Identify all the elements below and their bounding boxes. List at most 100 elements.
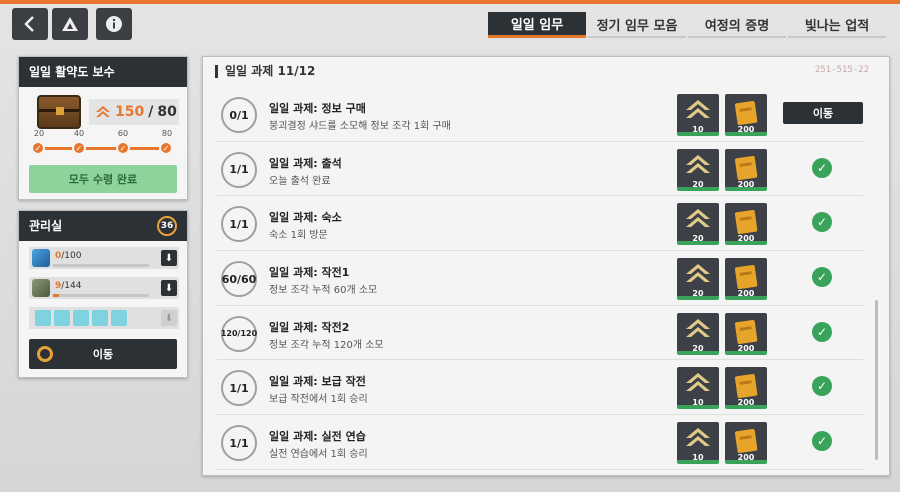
activity-points-icon <box>686 100 710 118</box>
milestone-label: 80 <box>161 129 173 138</box>
daily-activity-card: 일일 활약도 보수 150/80 20 40 60 80 ✓ ✓ ✓ ✓ 모두 … <box>18 56 188 200</box>
milestone-label: 60 <box>117 129 129 138</box>
reward-points[interactable]: 10 <box>677 422 719 465</box>
daily-task-panel: 일일 과제 11/12 251-515-22 0/1 일일 과제: 정보 구매 붕괴… <box>202 56 890 476</box>
info-button[interactable] <box>96 8 132 40</box>
reward-coins-count: 200 <box>737 343 755 353</box>
activity-milestones: 20 40 60 80 ✓ ✓ ✓ ✓ <box>29 129 179 169</box>
task-row: 1/1 일일 과제: 보급 작전 보급 작전에서 1회 승리 10 200 ✓ <box>217 360 863 416</box>
reward-points[interactable]: 20 <box>677 148 719 191</box>
milestone-check-icon[interactable]: ✓ <box>159 141 173 155</box>
activity-points-icon <box>686 373 710 392</box>
reward-coins[interactable]: 200 <box>725 258 767 301</box>
claim-all-button[interactable]: 모두 수령 완료 <box>29 165 177 193</box>
dorm-card: 관리실 36 0/100 ⬇ 9/144 ⬇ ⬇ 이동 <box>18 210 188 378</box>
gold-bar-icon <box>734 319 758 344</box>
task-progress-circle: 1/1 <box>221 425 257 462</box>
resource-crystal-max: /100 <box>61 251 82 261</box>
task-title: 일일 과제: 정보 구매 <box>269 102 366 115</box>
activity-max: 80 <box>157 104 177 120</box>
task-list-scrollbar[interactable] <box>875 300 878 460</box>
milestone-check-icon[interactable]: ✓ <box>31 141 45 155</box>
reward-points-count: 20 <box>692 179 704 189</box>
gold-bar-icon <box>734 265 758 290</box>
crate-icon <box>32 279 50 297</box>
reward-coins-count: 200 <box>737 125 755 134</box>
tab-daily-mission[interactable]: 일일 임무 <box>488 12 586 38</box>
resource-crystal-bar <box>53 264 149 267</box>
back-arrow-icon <box>24 16 34 32</box>
activity-current: 150 <box>115 104 145 120</box>
activity-card-header: 일일 활약도 보수 <box>19 57 187 87</box>
person-slot-icon[interactable] <box>92 310 108 326</box>
task-progress-circle: 1/1 <box>221 370 257 407</box>
task-panel-title: 일일 과제 11/12 <box>215 65 315 78</box>
person-slot-icon[interactable] <box>35 310 51 326</box>
collect-slots-button[interactable]: ⬇ <box>161 310 177 326</box>
reward-points-count: 10 <box>692 398 704 408</box>
drive-button[interactable] <box>52 8 88 40</box>
task-progress-circle: 1/1 <box>221 206 257 243</box>
dorm-card-header: 관리실 36 <box>19 211 187 241</box>
task-desc: 정보 조각 누적 120개 소모 <box>269 339 384 351</box>
drive-logo-icon <box>62 17 78 31</box>
tab-achievements[interactable]: 빛나는 업적 <box>788 12 886 38</box>
dorm-title: 관리실 <box>29 219 63 233</box>
reward-coins[interactable]: 200 <box>725 148 767 191</box>
person-slot-icon[interactable] <box>111 310 127 326</box>
back-button[interactable] <box>12 8 48 40</box>
resource-crate-max: /144 <box>61 281 82 291</box>
reward-coins[interactable]: 200 <box>725 422 767 465</box>
task-complete-check-icon: ✓ <box>812 212 832 233</box>
activity-points-icon <box>686 428 710 447</box>
task-desc: 숙소 1회 방문 <box>269 230 328 242</box>
reward-points-count: 20 <box>692 343 704 353</box>
milestone-progress-line <box>39 147 169 150</box>
reward-points-count: 20 <box>692 234 704 244</box>
milestone-check-icon[interactable]: ✓ <box>116 141 130 155</box>
reward-coins-count: 200 <box>737 398 755 408</box>
gold-bar-icon <box>734 100 758 126</box>
task-complete-check-icon: ✓ <box>812 376 832 397</box>
task-desc: 실전 연습에서 1회 승리 <box>269 449 368 461</box>
reward-coins[interactable]: 200 <box>725 203 767 246</box>
reward-coins-count: 200 <box>737 179 755 189</box>
activity-sep: / <box>148 104 154 120</box>
tab-journey-proof[interactable]: 여정의 증명 <box>688 12 786 38</box>
resource-crate: 9/144 ⬇ <box>29 277 179 299</box>
person-slot-icon[interactable] <box>54 310 70 326</box>
activity-title: 일일 활약도 보수 <box>29 65 115 79</box>
person-slot-icon[interactable] <box>73 310 89 326</box>
resource-crystal: 0/100 ⬇ <box>29 247 179 269</box>
crystal-icon <box>32 249 50 267</box>
task-complete-check-icon: ✓ <box>812 431 832 452</box>
gold-bar-icon <box>734 210 758 235</box>
reward-coins[interactable]: 200 <box>725 367 767 410</box>
dorm-go-label: 이동 <box>92 348 114 361</box>
reward-points[interactable]: 10 <box>677 94 719 136</box>
reward-coins[interactable]: 200 <box>725 94 767 136</box>
reward-points[interactable]: 20 <box>677 203 719 246</box>
task-progress-circle: 60/60 <box>221 261 257 298</box>
collect-crystal-button[interactable]: ⬇ <box>161 250 177 266</box>
milestone-label: 20 <box>33 129 45 138</box>
resource-crate-text: 9/144 <box>55 281 81 291</box>
reward-coins[interactable]: 200 <box>725 312 767 355</box>
dorm-go-icon <box>37 346 53 362</box>
collect-crate-button[interactable]: ⬇ <box>161 280 177 296</box>
dorm-go-button[interactable]: 이동 <box>29 339 177 369</box>
task-progress-circle: 0/1 <box>221 97 257 133</box>
activity-chest-icon <box>37 95 81 129</box>
task-desc: 보급 작전에서 1회 승리 <box>269 394 368 406</box>
resource-crystal-text: 0/100 <box>55 251 81 261</box>
task-go-button[interactable]: 이동 <box>783 102 863 124</box>
decorative-code: 251-515-22 <box>814 65 869 75</box>
task-desc: 오늘 출석 완료 <box>269 175 331 187</box>
reward-points[interactable]: 10 <box>677 367 719 410</box>
reward-points[interactable]: 20 <box>677 258 719 301</box>
milestone-check-icon[interactable]: ✓ <box>72 141 86 155</box>
task-title: 일일 과제: 출석 <box>269 156 342 170</box>
reward-points[interactable]: 20 <box>677 312 719 355</box>
info-icon <box>106 16 122 32</box>
tab-regular-missions[interactable]: 정기 임무 모음 <box>588 12 686 38</box>
